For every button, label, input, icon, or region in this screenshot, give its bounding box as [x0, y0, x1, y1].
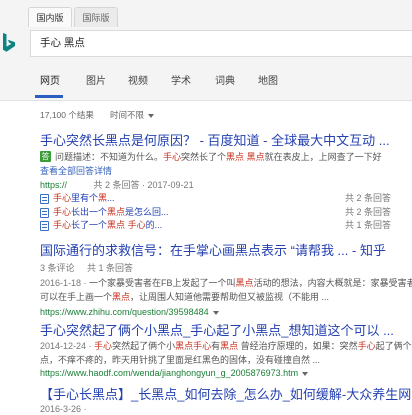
snippet-text: 可以在手上画一个 [40, 292, 113, 302]
result-stats: 3 条评论 共 1 条回答 [40, 262, 412, 274]
document-icon [40, 220, 49, 231]
highlight-term: 黑点 [226, 152, 245, 162]
time-filter-label[interactable]: 时间不限 [110, 110, 144, 120]
related-question-link[interactable]: 手心长了一个黑点 手心的... [53, 220, 162, 230]
snippet-text: 突然起了俩个小 [112, 341, 176, 351]
related-question-link[interactable]: 手心里有个黑... [53, 193, 115, 203]
snippet-text: 起了俩个小黑 [375, 341, 412, 351]
comment-count: 3 条评论 [40, 263, 75, 273]
highlight-term: 手心 [193, 341, 212, 351]
result-title[interactable]: 国际通行的求救信号：在手掌心画黑点表示 “请帮我 ... - 知乎 [40, 243, 412, 259]
snippet-text[interactable]: 长了一个 [71, 220, 107, 230]
snippet-date: 2014-12-24 · [40, 341, 95, 351]
snippet-text[interactable]: 长出一个 [71, 207, 107, 217]
result-url-line: https://www.zhihu.com/question/39598484 [40, 306, 412, 318]
search-input[interactable]: 手心 黑点 [40, 31, 85, 56]
snippet-text: 一个家暴受害者在FB上发起了一个叫 [89, 278, 236, 288]
active-tab-indicator [35, 95, 63, 98]
result-title[interactable]: 手心突然起了俩个小黑点_手心起了小黑点_想知道这个可以 ... [40, 323, 412, 339]
related-question[interactable]: 手心长出一个黑点是怎么回... [40, 206, 340, 218]
tab-dictionary[interactable]: 词典 [215, 76, 235, 88]
snippet-text: 有 [211, 341, 221, 351]
related-answer-count: 共 2 条回答 [345, 193, 392, 203]
related-answer-count: 共 1 条回答 [345, 220, 392, 230]
tab-videos[interactable]: 视频 [128, 76, 148, 88]
highlight-term: 黑点 [112, 292, 131, 302]
chevron-down-icon[interactable] [148, 113, 155, 118]
snippet-text: 就在表皮上，上网查了一下好 [264, 152, 382, 162]
related-question[interactable]: 手心里有个黑... [40, 192, 340, 204]
highlight-term: 手心 [94, 341, 113, 351]
snippet-text: 突然长了个 [181, 152, 227, 162]
document-icon [40, 193, 49, 204]
highlight-term: 手心 [357, 341, 376, 351]
tab-international[interactable]: 国际版 [74, 7, 118, 27]
result-url-line: https:// 共 2 条回答 · 2017-09-21 [40, 179, 412, 191]
highlight-term: 黑点 [220, 341, 239, 351]
time-filter-dropdown[interactable]: 时间不限 [110, 110, 155, 121]
highlight-term: 黑点 [175, 341, 194, 351]
result-meta: 共 2 条回答 · 2017-09-21 [93, 180, 194, 190]
snippet-text[interactable]: 的... [146, 220, 163, 230]
snippet-text: 点，不痒不疼的，昨天用针挑了里面是红黑色的固体，没有碰撞自然 ... [40, 355, 321, 365]
chevron-down-icon[interactable] [302, 371, 309, 376]
snippet-text: ，让周围人知道他需要帮助但又被监视（不能用 ... [130, 292, 330, 302]
result-url[interactable]: https:// [40, 180, 67, 190]
result-url-line: https://www.haodf.com/wenda/jianghongyun… [40, 367, 412, 379]
answer-count: 共 1 条回答 [87, 263, 134, 273]
answer-badge: 答 [40, 151, 51, 162]
snippet-text[interactable]: 里有个 [71, 193, 98, 203]
snippet-text: 曾经治疗原理的，如果：突然 [238, 341, 358, 351]
chevron-down-icon[interactable] [212, 310, 219, 315]
tab-maps[interactable]: 地图 [258, 76, 278, 88]
tab-domestic[interactable]: 国内版 [28, 7, 72, 27]
highlight-term: 黑点 [235, 278, 254, 288]
snippet-text[interactable]: 是怎么回... [125, 207, 169, 217]
result-url[interactable]: https://www.haodf.com/wenda/jianghongyun… [40, 368, 298, 378]
highlight-term[interactable]: 手心 [53, 207, 71, 217]
tab-academic[interactable]: 学术 [171, 76, 191, 88]
related-question[interactable]: 手心长了一个黑点 手心的... [40, 219, 340, 231]
tab-images[interactable]: 图片 [86, 76, 106, 88]
highlight-term[interactable]: 黑点 [107, 207, 125, 217]
result-title[interactable]: 【手心长黑点】_长黑点_如何去除_怎么办_如何缓解-大众养生网 [40, 387, 412, 403]
result-snippet-line: 2014-12-24 · 手心突然起了俩个小黑点手心有黑点 曾经治疗原理的，如果… [40, 340, 412, 352]
tab-web[interactable]: 网页 [40, 76, 60, 88]
result-snippet-line: 2016-1-18 · 一个家暴受害者在FB上发起了一个叫黑点活动的想法，内容大… [40, 277, 412, 289]
result-title[interactable]: 手心突然长黑点是何原因？ - 百度知道 - 全球最大中文互动 ... [40, 133, 412, 149]
view-all-answers-link[interactable]: 查看全部回答详情 [40, 165, 412, 177]
highlight-term[interactable]: 黑 [98, 193, 107, 203]
snippet-text[interactable]: ... [107, 193, 115, 203]
related-answer-count: 共 2 条回答 [345, 207, 392, 217]
highlight-term: 手心 [163, 152, 182, 162]
highlight-term[interactable]: 手心 [53, 220, 71, 230]
highlight-term[interactable]: 手心 [53, 193, 71, 203]
highlight-term: 黑点 [246, 152, 265, 162]
result-url[interactable]: https://www.zhihu.com/question/39598484 [40, 307, 209, 317]
highlight-term[interactable]: 黑点 [107, 220, 125, 230]
snippet-text: 问题描述：不知道为什么。 [55, 152, 164, 162]
answer-snippet: 问题描述：不知道为什么。手心突然长了个黑点 黑点就在表皮上，上网查了一下好 [55, 151, 412, 163]
search-box[interactable]: 手心 黑点 [30, 30, 412, 57]
result-count: 17,100 个结果 [40, 110, 94, 120]
snippet-date: 2016-1-18 · [40, 278, 90, 288]
snippet-text: 活动的想法，内容大概就是：家暴受害者 [253, 278, 412, 288]
bing-logo-icon[interactable] [2, 33, 16, 58]
result-snippet-line: 可以在手上画一个黑点，让周围人知道他需要帮助但又被监视（不能用 ... [40, 291, 412, 303]
result-snippet-line: 点，不痒不疼的，昨天用针挑了里面是红黑色的固体，没有碰撞自然 ... [40, 354, 412, 366]
related-question-link[interactable]: 手心长出一个黑点是怎么回... [53, 207, 169, 217]
highlight-term[interactable]: 手心 [128, 220, 146, 230]
search-header: 国内版 国际版 手心 黑点 网页 图片 视频 学术 词典 地图 [0, 0, 412, 101]
result-snippet-line: 2016-3-26 · [40, 403, 412, 415]
document-icon [40, 207, 49, 218]
snippet-date: 2016-3-26 · [40, 404, 87, 414]
